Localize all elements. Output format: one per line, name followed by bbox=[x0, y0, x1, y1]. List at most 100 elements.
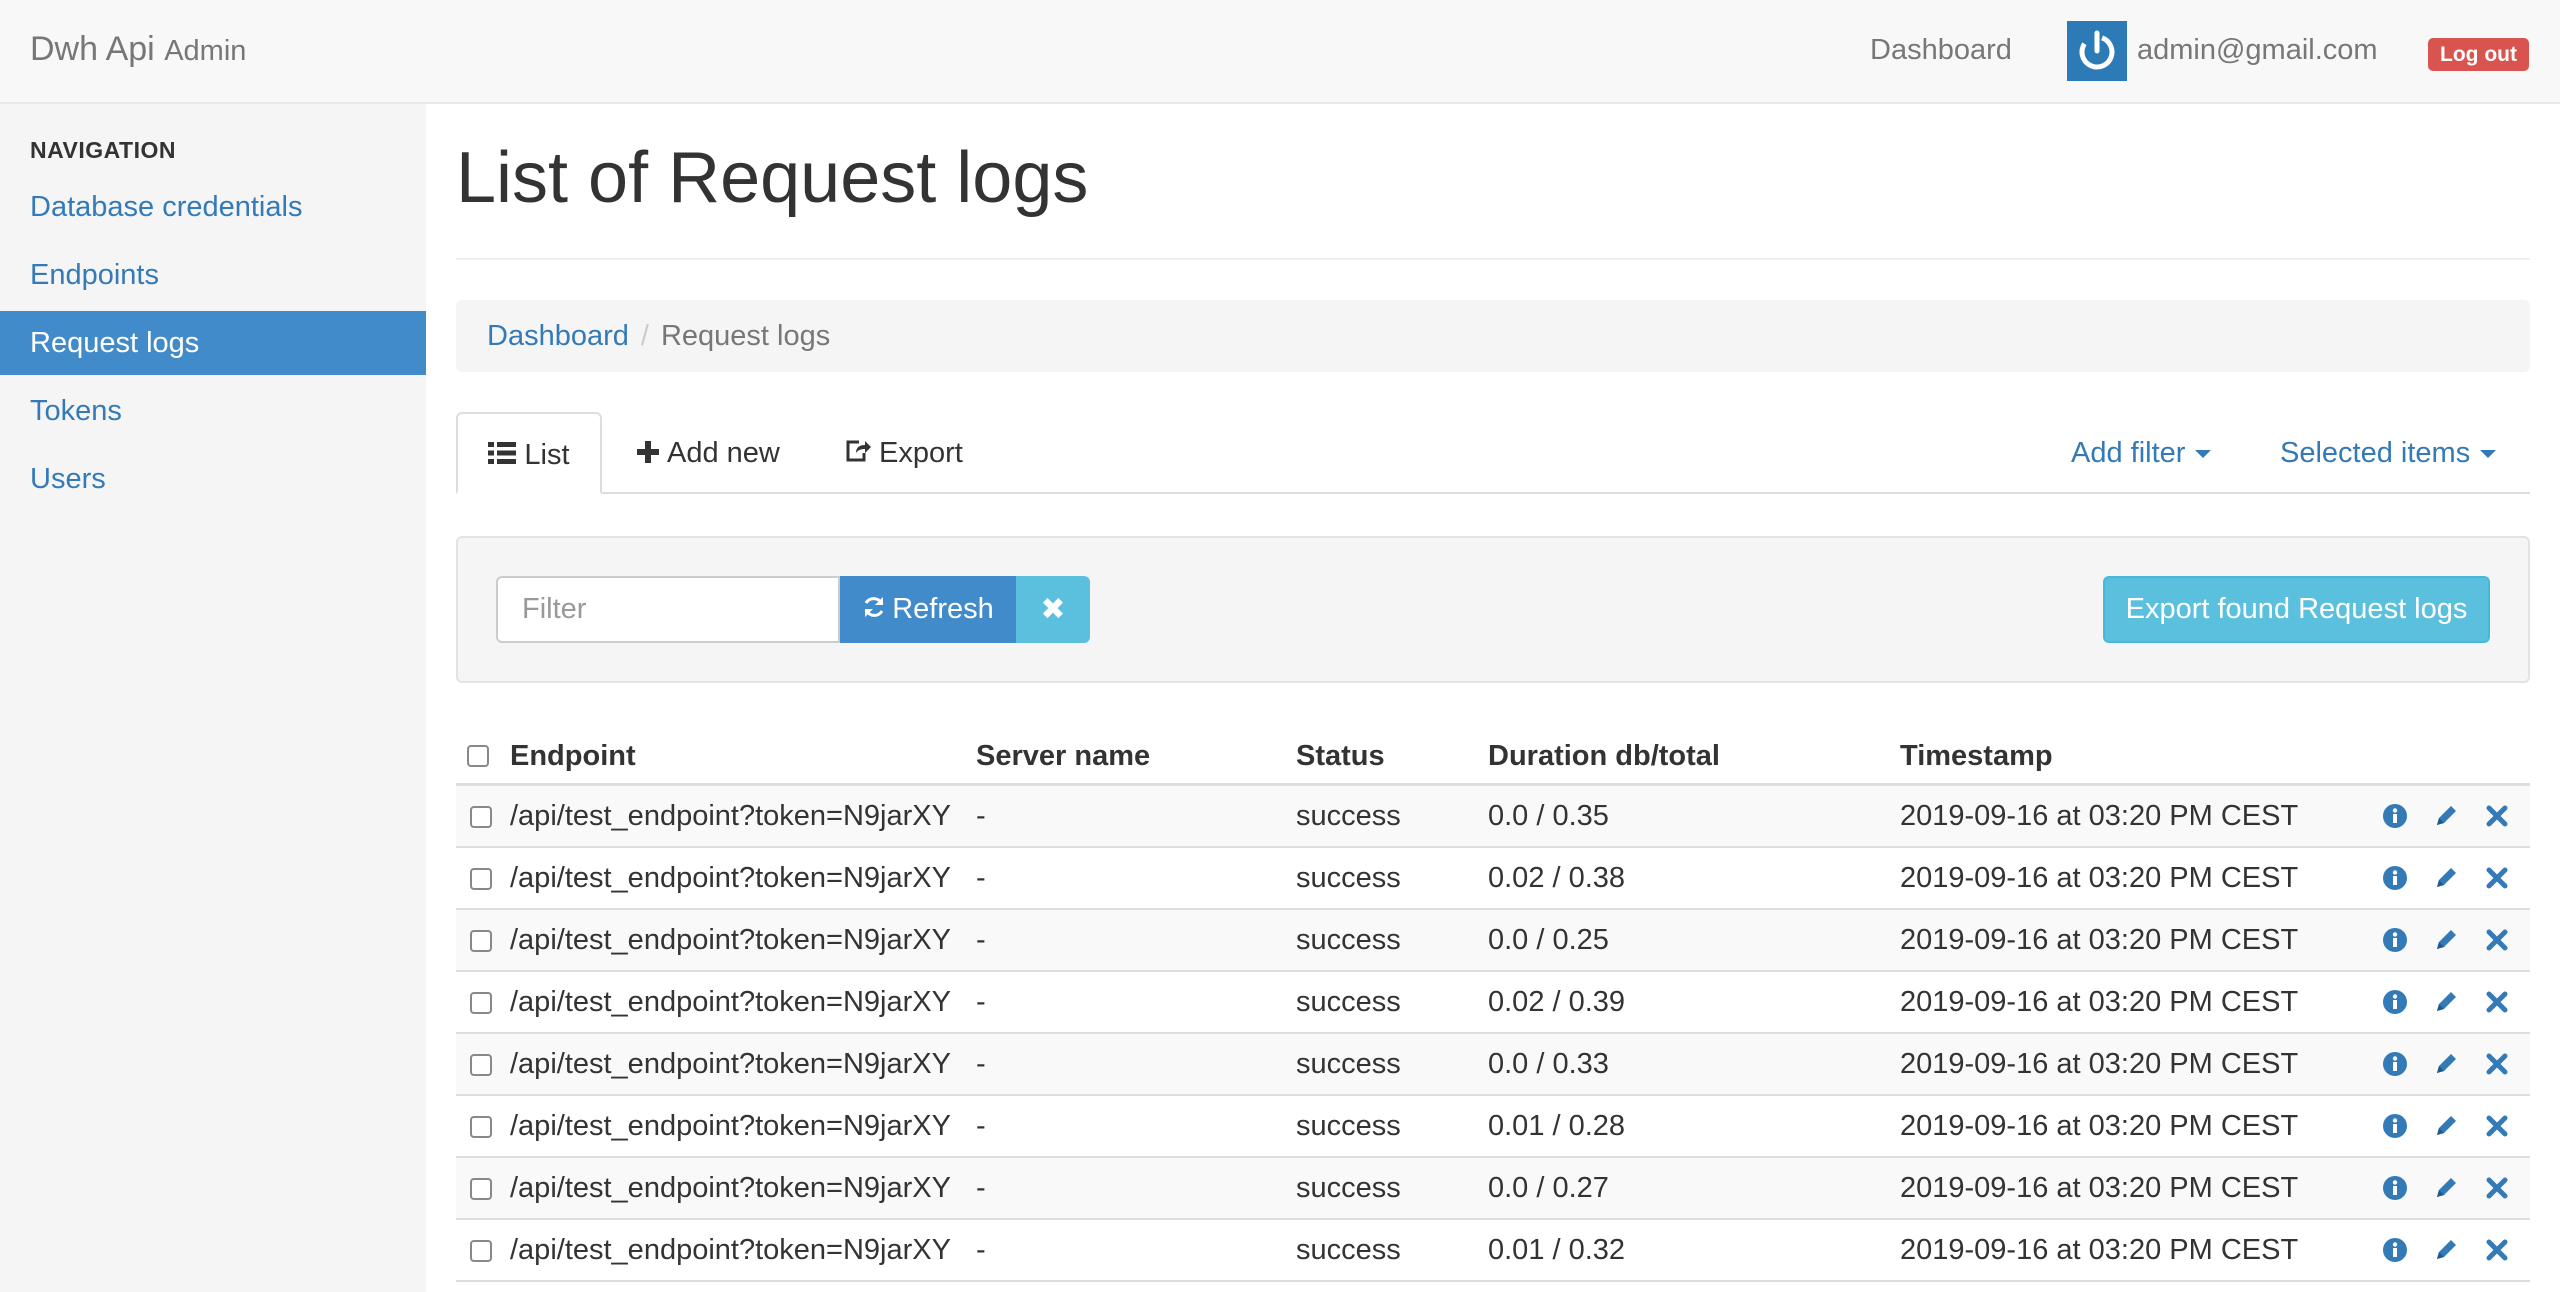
cell-server-name: - bbox=[976, 1048, 986, 1080]
caret-down-icon bbox=[2195, 450, 2212, 459]
close-icon[interactable] bbox=[2484, 989, 2510, 1015]
row-checkbox[interactable] bbox=[470, 930, 492, 952]
column-header-endpoint[interactable]: Endpoint bbox=[510, 736, 636, 776]
cell-duration: 0.0 / 0.27 bbox=[1488, 1172, 1609, 1204]
table-row[interactable]: /api/test_endpoint?token=N9jarXY - success… bbox=[456, 1096, 2530, 1158]
brand[interactable]: Dwh Api Admin bbox=[30, 30, 246, 69]
info-icon[interactable] bbox=[2382, 1237, 2408, 1263]
tab-add-new-label: Add new bbox=[667, 437, 780, 469]
tab-export[interactable]: Export bbox=[845, 412, 963, 494]
close-icon[interactable] bbox=[2484, 803, 2510, 829]
filter-input[interactable]: Filter bbox=[496, 576, 840, 643]
power-icon[interactable] bbox=[2067, 21, 2127, 81]
table-row[interactable]: /api/test_endpoint?token=N9jarXY - success… bbox=[456, 848, 2530, 910]
caret-down-icon bbox=[2480, 450, 2497, 459]
info-icon[interactable] bbox=[2382, 803, 2408, 829]
row-checkbox[interactable] bbox=[470, 1116, 492, 1138]
cell-server-name: - bbox=[976, 986, 986, 1018]
cell-duration: 0.02 / 0.39 bbox=[1488, 986, 1626, 1018]
column-header-server-name[interactable]: Server name bbox=[976, 736, 1150, 776]
clear-filter-button[interactable]: ✖ bbox=[1016, 576, 1090, 643]
breadcrumb-dashboard-link[interactable]: Dashboard bbox=[487, 320, 629, 352]
table-row[interactable]: /api/test_endpoint?token=N9jarXY - success… bbox=[456, 1034, 2530, 1096]
sidebar-item-tokens[interactable]: Tokens bbox=[0, 379, 426, 443]
pencil-icon[interactable] bbox=[2433, 1237, 2459, 1263]
selected-items-dropdown[interactable]: Selected items bbox=[2280, 412, 2497, 494]
column-header-duration[interactable]: Duration db/total bbox=[1488, 736, 1720, 776]
table-row[interactable]: /api/test_endpoint?token=N9jarXY - success… bbox=[456, 1220, 2530, 1282]
breadcrumb: Dashboard / Request logs bbox=[456, 300, 2530, 372]
cell-endpoint: /api/test_endpoint?token=N9jarXY bbox=[510, 924, 951, 956]
cell-status: success bbox=[1296, 1234, 1401, 1266]
list-icon bbox=[488, 415, 517, 497]
cell-timestamp: 2019-09-16 at 03:20 PM CEST bbox=[1900, 924, 2299, 956]
breadcrumb-current: Request logs bbox=[660, 320, 831, 352]
row-checkbox[interactable] bbox=[470, 1178, 492, 1200]
info-icon[interactable] bbox=[2382, 1051, 2408, 1077]
cell-endpoint: /api/test_endpoint?token=N9jarXY bbox=[510, 1110, 951, 1142]
close-icon[interactable] bbox=[2484, 1237, 2510, 1263]
cell-server-name: - bbox=[976, 862, 986, 894]
cell-timestamp: 2019-09-16 at 03:20 PM CEST bbox=[1900, 1110, 2299, 1142]
column-header-status[interactable]: Status bbox=[1296, 736, 1385, 776]
tab-list[interactable]: List bbox=[456, 412, 602, 494]
row-checkbox[interactable] bbox=[470, 992, 492, 1014]
column-header-timestamp[interactable]: Timestamp bbox=[1900, 736, 2053, 776]
add-filter-label: Add filter bbox=[2071, 437, 2186, 469]
nav-dashboard-link[interactable]: Dashboard bbox=[1870, 34, 2012, 67]
info-icon[interactable] bbox=[2382, 927, 2408, 953]
share-icon bbox=[845, 413, 871, 495]
tab-add-new[interactable]: Add new bbox=[637, 412, 780, 494]
row-checkbox[interactable] bbox=[470, 1240, 492, 1262]
close-icon[interactable] bbox=[2484, 1051, 2510, 1077]
info-icon[interactable] bbox=[2382, 865, 2408, 891]
close-icon[interactable] bbox=[2484, 927, 2510, 953]
table-row[interactable]: /api/test_endpoint?token=N9jarXY - success… bbox=[456, 1158, 2530, 1220]
page-title: List of Request logs bbox=[456, 138, 1089, 218]
cell-timestamp: 2019-09-16 at 03:20 PM CEST bbox=[1900, 862, 2299, 894]
add-filter-dropdown[interactable]: Add filter bbox=[2071, 412, 2212, 494]
brand-name: Dwh Api bbox=[30, 30, 155, 68]
sidebar-item-request-logs[interactable]: Request logs bbox=[0, 311, 426, 375]
close-icon[interactable] bbox=[2484, 1175, 2510, 1201]
table-row[interactable]: /api/test_endpoint?token=N9jarXY - success… bbox=[456, 910, 2530, 972]
row-checkbox[interactable] bbox=[470, 1054, 492, 1076]
pencil-icon[interactable] bbox=[2433, 1175, 2459, 1201]
sidebar-item-endpoints[interactable]: Endpoints bbox=[0, 243, 426, 307]
pencil-icon[interactable] bbox=[2433, 803, 2459, 829]
refresh-label: Refresh bbox=[892, 593, 994, 625]
brand-suffix: Admin bbox=[164, 35, 247, 67]
sidebar-item-users[interactable]: Users bbox=[0, 447, 426, 511]
pencil-icon[interactable] bbox=[2433, 1113, 2459, 1139]
row-checkbox[interactable] bbox=[470, 868, 492, 890]
sidebar-item-database-credentials[interactable]: Database credentials bbox=[0, 175, 426, 239]
refresh-button[interactable]: Refresh bbox=[840, 576, 1016, 643]
export-found-button[interactable]: Export found Request logs bbox=[2103, 576, 2490, 643]
cell-timestamp: 2019-09-16 at 03:20 PM CEST bbox=[1900, 1234, 2299, 1266]
info-icon[interactable] bbox=[2382, 1175, 2408, 1201]
cell-duration: 0.0 / 0.25 bbox=[1488, 924, 1609, 956]
logout-button[interactable]: Log out bbox=[2428, 38, 2529, 71]
user-email[interactable]: admin@gmail.com bbox=[2137, 34, 2378, 67]
pencil-icon[interactable] bbox=[2433, 1051, 2459, 1077]
table-row[interactable]: /api/test_endpoint?token=N9jarXY - success… bbox=[456, 972, 2530, 1034]
close-icon[interactable] bbox=[2484, 865, 2510, 891]
table-row[interactable]: /api/test_endpoint?token=N9jarXY - success… bbox=[456, 786, 2530, 848]
row-checkbox[interactable] bbox=[470, 806, 492, 828]
select-all-checkbox[interactable] bbox=[467, 745, 489, 767]
cell-status: success bbox=[1296, 1048, 1401, 1080]
pencil-icon[interactable] bbox=[2433, 927, 2459, 953]
pencil-icon[interactable] bbox=[2433, 989, 2459, 1015]
cell-duration: 0.01 / 0.28 bbox=[1488, 1110, 1626, 1142]
cell-duration: 0.01 / 0.32 bbox=[1488, 1234, 1626, 1266]
info-icon[interactable] bbox=[2382, 1113, 2408, 1139]
cell-status: success bbox=[1296, 986, 1401, 1018]
pencil-icon[interactable] bbox=[2433, 865, 2459, 891]
cell-timestamp: 2019-09-16 at 03:20 PM CEST bbox=[1900, 1048, 2299, 1080]
cell-server-name: - bbox=[976, 924, 986, 956]
cell-server-name: - bbox=[976, 1110, 986, 1142]
close-icon[interactable] bbox=[2484, 1113, 2510, 1139]
sidebar: NAVIGATION Database credentials Endpoint… bbox=[0, 104, 426, 1292]
info-icon[interactable] bbox=[2382, 989, 2408, 1015]
sidebar-header: NAVIGATION bbox=[30, 137, 176, 163]
